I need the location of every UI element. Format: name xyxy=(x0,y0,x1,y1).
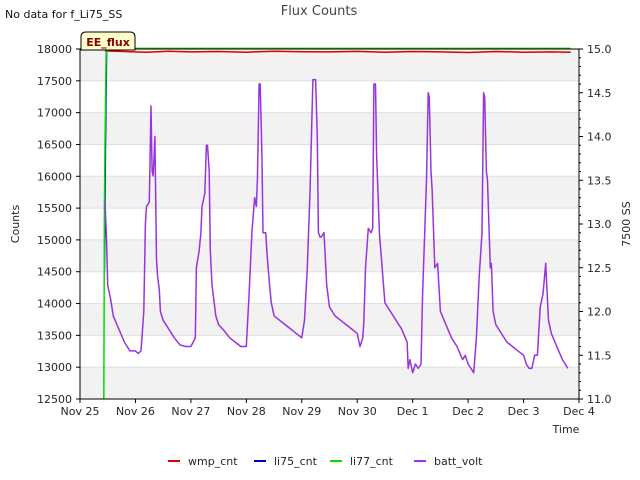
y2-tick-label: 11.0 xyxy=(587,393,612,406)
y-axis-ticks: 12500 13000 13500 14000 14500 15000 15500 16000… xyxy=(37,43,80,406)
background-band xyxy=(80,49,579,81)
background-band xyxy=(80,367,579,399)
background-bands xyxy=(80,49,579,399)
legend-label-wmp-cnt: wmp_cnt xyxy=(188,455,238,468)
y-tick-label: 18000 xyxy=(37,43,72,56)
x-tick-label: Dec 1 xyxy=(397,405,429,418)
x-axis-ticks: Nov 25 Nov 26 Nov 27 Nov 28 Nov 29 Nov 30 Dec … xyxy=(61,399,595,418)
y-tick-label: 15000 xyxy=(37,234,72,247)
legend: wmp_cnt li75_cnt li77_cnt batt_volt xyxy=(168,455,483,468)
gridlines xyxy=(80,48,579,400)
y-tick-label: 16500 xyxy=(37,138,72,151)
x-tick-label: Nov 27 xyxy=(171,405,210,418)
y-axis-label: Counts xyxy=(9,205,22,244)
no-data-note: No data for f_Li75_SS xyxy=(5,8,122,21)
y-tick-label: 17000 xyxy=(37,107,72,120)
y2-tick-label: 15.0 xyxy=(587,43,612,56)
y-tick-label: 17500 xyxy=(37,75,72,88)
series-lines xyxy=(103,47,571,400)
y-tick-label: 15500 xyxy=(37,202,72,215)
chart-title: Flux Counts xyxy=(281,4,358,19)
x-tick-label: Dec 2 xyxy=(452,405,484,418)
x-tick-label: Nov 26 xyxy=(116,405,155,418)
y2-tick-label: 14.5 xyxy=(587,87,612,100)
y2-tick-label: 13.0 xyxy=(587,218,612,231)
x-tick-label: Dec 3 xyxy=(508,405,540,418)
legend-label-batt-volt: batt_volt xyxy=(434,455,483,468)
y-tick-label: 14000 xyxy=(37,298,72,311)
y2-tick-label: 14.0 xyxy=(587,131,612,144)
y2-tick-label: 12.5 xyxy=(587,262,612,275)
ee-flux-badge: EE_flux xyxy=(80,31,136,51)
y-tick-label: 14500 xyxy=(37,266,72,279)
badge-label: EE_flux xyxy=(86,36,130,49)
plot-frame xyxy=(79,48,580,400)
legend-label-li75-cnt: li75_cnt xyxy=(274,455,318,468)
x-tick-label: Nov 28 xyxy=(227,405,266,418)
y-tick-label: 13000 xyxy=(37,361,72,374)
background-band xyxy=(80,239,579,272)
y-tick-label: 12500 xyxy=(37,393,72,406)
y2-tick-label: 13.5 xyxy=(587,174,612,187)
flux-counts-chart: Nov 25 Nov 26 Nov 27 Nov 28 Nov 29 Nov 30 Dec … xyxy=(5,4,633,468)
y-tick-label: 16000 xyxy=(37,170,72,183)
axes-frame xyxy=(79,48,580,400)
y2-axis-label: 7500 SS xyxy=(620,201,633,246)
y2-tick-label: 11.5 xyxy=(587,349,612,362)
y-tick-label: 13500 xyxy=(37,329,72,342)
y2-axis-ticks: 11.0 11.5 12.0 12.5 13.0 13.5 14.0 14.5 15.0 xyxy=(579,43,612,406)
series-line-li77-cnt xyxy=(103,47,571,400)
y2-tick-label: 12.0 xyxy=(587,306,612,319)
x-axis-label: Time xyxy=(552,423,580,436)
x-tick-label: Dec 4 xyxy=(563,405,595,418)
x-tick-label: Nov 29 xyxy=(282,405,321,418)
legend-label-li77-cnt: li77_cnt xyxy=(350,455,394,468)
x-tick-label: Nov 30 xyxy=(338,405,377,418)
x-tick-label: Nov 25 xyxy=(61,405,100,418)
